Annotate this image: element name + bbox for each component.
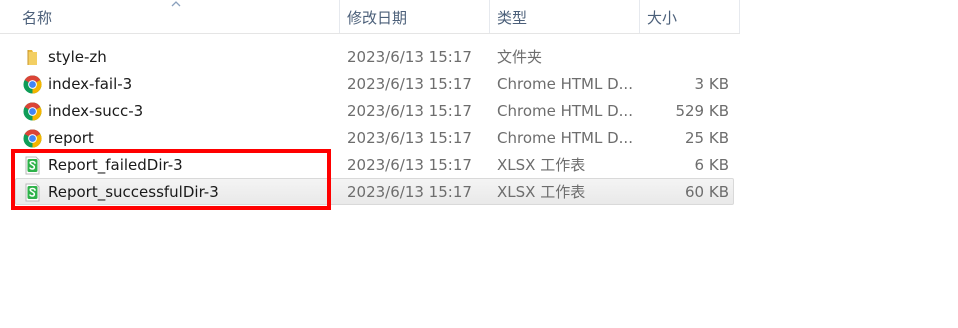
folder-icon	[27, 50, 37, 65]
file-type: Chrome HTML D...	[497, 129, 633, 147]
column-header-bar: 名称 修改日期 类型 大小	[0, 0, 740, 34]
file-name: style-zh	[48, 48, 107, 66]
column-header-date[interactable]: 修改日期	[347, 0, 487, 33]
file-date: 2023/6/13 15:17	[347, 102, 472, 120]
column-header-type[interactable]: 类型	[497, 0, 637, 33]
file-type: 文件夹	[497, 48, 543, 66]
column-header-date-label: 修改日期	[347, 9, 408, 27]
file-size: 60 KB	[685, 183, 729, 201]
file-size: 529 KB	[675, 102, 729, 120]
file-type: Chrome HTML D...	[497, 75, 633, 93]
column-header-type-label: 类型	[497, 9, 528, 27]
chrome-icon	[23, 75, 42, 94]
file-name: index-fail-3	[48, 75, 133, 93]
column-separator[interactable]	[339, 0, 340, 33]
red-highlight-box	[11, 149, 331, 210]
file-date: 2023/6/13 15:17	[347, 75, 472, 93]
file-explorer: 名称 修改日期 类型 大小 style-zh 2023/6/13 15:17 文…	[0, 0, 958, 328]
file-name: index-succ-3	[48, 102, 144, 120]
file-date: 2023/6/13 15:17	[347, 129, 472, 147]
column-header-size-label: 大小	[647, 9, 678, 27]
file-type: XLSX 工作表	[497, 183, 586, 201]
file-row-report[interactable]: report 2023/6/13 15:17 Chrome HTML D... …	[15, 124, 734, 151]
column-separator[interactable]	[489, 0, 490, 33]
file-name: report	[48, 129, 94, 147]
column-header-name-label: 名称	[22, 9, 53, 27]
chrome-icon	[23, 102, 42, 121]
file-type: Chrome HTML D...	[497, 102, 633, 120]
sort-ascending-icon	[171, 1, 181, 7]
column-separator[interactable]	[739, 0, 740, 33]
file-row-index-fail-3[interactable]: index-fail-3 2023/6/13 15:17 Chrome HTML…	[15, 70, 734, 97]
file-row-index-succ-3[interactable]: index-succ-3 2023/6/13 15:17 Chrome HTML…	[15, 97, 734, 124]
file-date: 2023/6/13 15:17	[347, 183, 472, 201]
file-size: 6 KB	[694, 156, 729, 174]
file-size: 3 KB	[694, 75, 729, 93]
file-size: 25 KB	[685, 129, 729, 147]
file-type: XLSX 工作表	[497, 156, 586, 174]
chrome-icon	[23, 129, 42, 148]
column-header-size[interactable]: 大小	[647, 0, 737, 33]
file-date: 2023/6/13 15:17	[347, 48, 472, 66]
file-date: 2023/6/13 15:17	[347, 156, 472, 174]
column-separator[interactable]	[639, 0, 640, 33]
file-row-style-zh[interactable]: style-zh 2023/6/13 15:17 文件夹	[15, 43, 734, 70]
